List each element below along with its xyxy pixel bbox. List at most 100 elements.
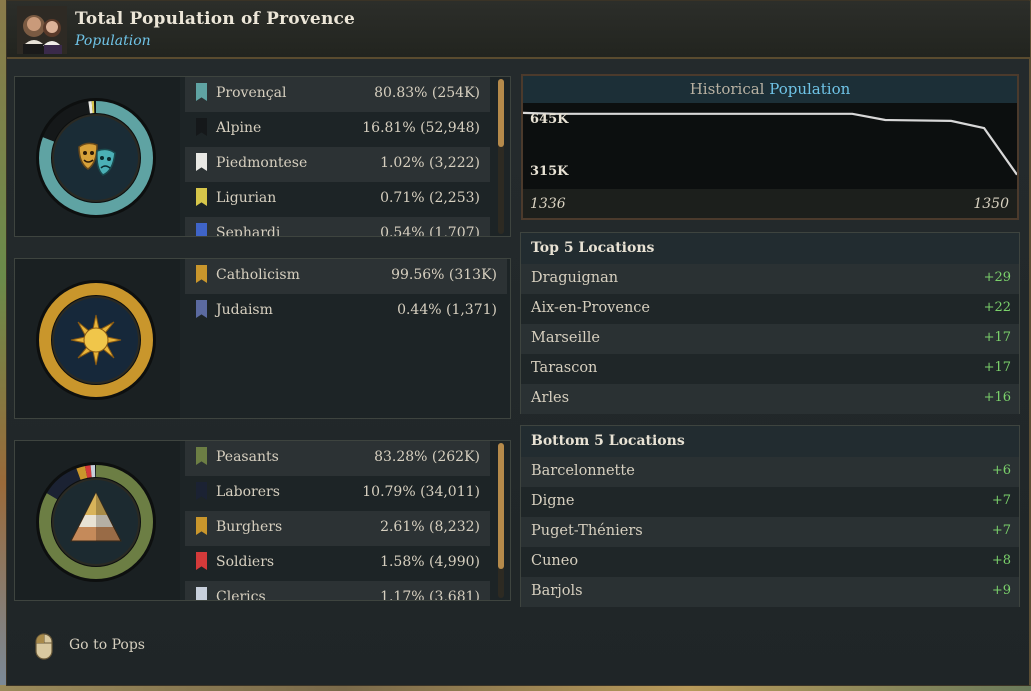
location-name: Aix-en-Provence: [531, 300, 650, 316]
location-value: +7: [991, 523, 1011, 538]
pop-types-icon-column: [15, 441, 180, 600]
religion-name: Judaism: [216, 302, 273, 318]
table-row[interactable]: Barjols +9: [521, 577, 1019, 607]
culture-name: Ligurian: [216, 190, 277, 206]
historical-population-graph: Historical Population 645K 315K 1336 135…: [521, 74, 1019, 220]
location-value: +22: [983, 300, 1011, 315]
culture-color-flag: [196, 118, 207, 136]
x-axis-end-label: 1350: [973, 196, 1009, 212]
culture-panel: Provençal 80.83% (254K) Alpine 16.81% (5…: [14, 76, 511, 237]
location-value: +17: [983, 360, 1011, 375]
go-to-pops-link[interactable]: Go to Pops: [69, 637, 145, 653]
graph-title-highlight: Population: [769, 80, 851, 98]
pop-type-color-flag: [196, 587, 207, 600]
location-value: +16: [983, 390, 1011, 405]
window-titlebar: Total Population of Provence Population: [7, 1, 1030, 59]
location-name: Draguignan: [531, 270, 619, 286]
graph-plot-area[interactable]: 645K 315K: [522, 103, 1018, 189]
pop-type-name: Peasants: [216, 449, 279, 465]
pop-type-color-flag: [196, 447, 207, 465]
culture-value: 80.83% (254K): [374, 85, 480, 101]
pop-type-value: 2.61% (8,232): [380, 519, 480, 535]
religion-color-flag: [196, 265, 207, 283]
religion-list[interactable]: Catholicism 99.56% (313K) Judaism 0.44% …: [185, 259, 507, 418]
culture-name: Sephardi: [216, 225, 281, 236]
pop-types-scrollbar[interactable]: [498, 443, 504, 569]
pop-type-value: 1.17% (3,681): [380, 589, 480, 600]
religion-breakdown-ring[interactable]: [35, 279, 157, 401]
pop-type-value: 83.28% (262K): [374, 449, 480, 465]
graph-title-prefix: Historical: [689, 80, 770, 98]
table-row[interactable]: Draguignan +29: [521, 264, 1019, 294]
list-item[interactable]: Clerics 1.17% (3,681): [185, 581, 490, 600]
table-row[interactable]: Aix-en-Provence +22: [521, 294, 1019, 324]
top-locations-heading: Top 5 Locations: [521, 233, 1019, 264]
location-value: +29: [983, 270, 1011, 285]
list-item[interactable]: Laborers 10.79% (34,011): [185, 476, 490, 511]
portrait-icon: [17, 6, 67, 54]
culture-color-flag: [196, 83, 207, 101]
location-value: +7: [991, 493, 1011, 508]
location-name: Arles: [531, 390, 570, 406]
population-line-chart: [522, 111, 1018, 176]
pop-type-name: Soldiers: [216, 554, 275, 570]
mouse-icon: [35, 633, 53, 660]
religion-value: 0.44% (1,371): [397, 302, 497, 318]
culture-scrollbar[interactable]: [498, 79, 504, 147]
table-row[interactable]: Marseille +17: [521, 324, 1019, 354]
culture-name: Piedmontese: [216, 155, 308, 171]
table-row[interactable]: Digne +7: [521, 487, 1019, 517]
culture-icon-column: [15, 77, 180, 236]
religion-name: Catholicism: [216, 267, 300, 283]
culture-color-flag: [196, 223, 207, 236]
location-value: +8: [991, 553, 1011, 568]
pop-type-name: Burghers: [216, 519, 283, 535]
pop-type-name: Clerics: [216, 589, 266, 600]
y-axis-top-label: 645K: [530, 112, 569, 127]
population-window: Total Population of Provence Population: [6, 0, 1031, 686]
culture-color-flag: [196, 188, 207, 206]
sun-icon: [70, 314, 122, 366]
location-name: Digne: [531, 493, 575, 509]
y-axis-mid-label: 315K: [530, 164, 569, 179]
graph-x-axis: 1336 1350: [523, 189, 1017, 218]
culture-value: 0.54% (1,707): [380, 225, 480, 236]
pop-types-breakdown-ring[interactable]: [35, 461, 157, 583]
list-item[interactable]: Soldiers 1.58% (4,990): [185, 546, 490, 581]
list-item[interactable]: Burghers 2.61% (8,232): [185, 511, 490, 546]
pop-type-value: 10.79% (34,011): [362, 484, 480, 500]
culture-name: Alpine: [216, 120, 262, 136]
x-axis-start-label: 1336: [530, 196, 566, 212]
table-row[interactable]: Tarascon +17: [521, 354, 1019, 384]
location-name: Marseille: [531, 330, 600, 346]
location-value: +6: [991, 463, 1011, 478]
bottom-locations-box: Bottom 5 Locations Barcelonnette +6 Dign…: [520, 425, 1020, 607]
pop-type-color-flag: [196, 482, 207, 500]
list-item[interactable]: Catholicism 99.56% (313K): [185, 259, 507, 294]
table-row[interactable]: Cuneo +8: [521, 547, 1019, 577]
list-item[interactable]: Sephardi 0.54% (1,707): [185, 217, 490, 236]
window-subtitle: Population: [75, 33, 151, 49]
window-title: Total Population of Provence: [75, 9, 356, 29]
religion-icon-column: [15, 259, 180, 418]
pop-types-list[interactable]: Peasants 83.28% (262K) Laborers 10.79% (…: [185, 441, 490, 600]
religion-panel: Catholicism 99.56% (313K) Judaism 0.44% …: [14, 258, 511, 419]
location-value: +17: [983, 330, 1011, 345]
list-item[interactable]: Provençal 80.83% (254K): [185, 77, 490, 112]
list-item[interactable]: Alpine 16.81% (52,948): [185, 112, 490, 147]
culture-breakdown-ring[interactable]: [35, 97, 157, 219]
table-row[interactable]: Barcelonnette +6: [521, 457, 1019, 487]
pop-type-color-flag: [196, 552, 207, 570]
pop-type-color-flag: [196, 517, 207, 535]
list-item[interactable]: Peasants 83.28% (262K): [185, 441, 490, 476]
table-row[interactable]: Puget-Théniers +7: [521, 517, 1019, 547]
list-item[interactable]: Piedmontese 1.02% (3,222): [185, 147, 490, 182]
list-item[interactable]: Judaism 0.44% (1,371): [185, 294, 507, 329]
culture-name: Provençal: [216, 85, 287, 101]
list-item[interactable]: Ligurian 0.71% (2,253): [185, 182, 490, 217]
pop-types-panel: Peasants 83.28% (262K) Laborers 10.79% (…: [14, 440, 511, 601]
graph-title: Historical Population: [523, 76, 1017, 103]
pop-type-name: Laborers: [216, 484, 280, 500]
culture-list[interactable]: Provençal 80.83% (254K) Alpine 16.81% (5…: [185, 77, 490, 236]
table-row[interactable]: Arles +16: [521, 384, 1019, 414]
